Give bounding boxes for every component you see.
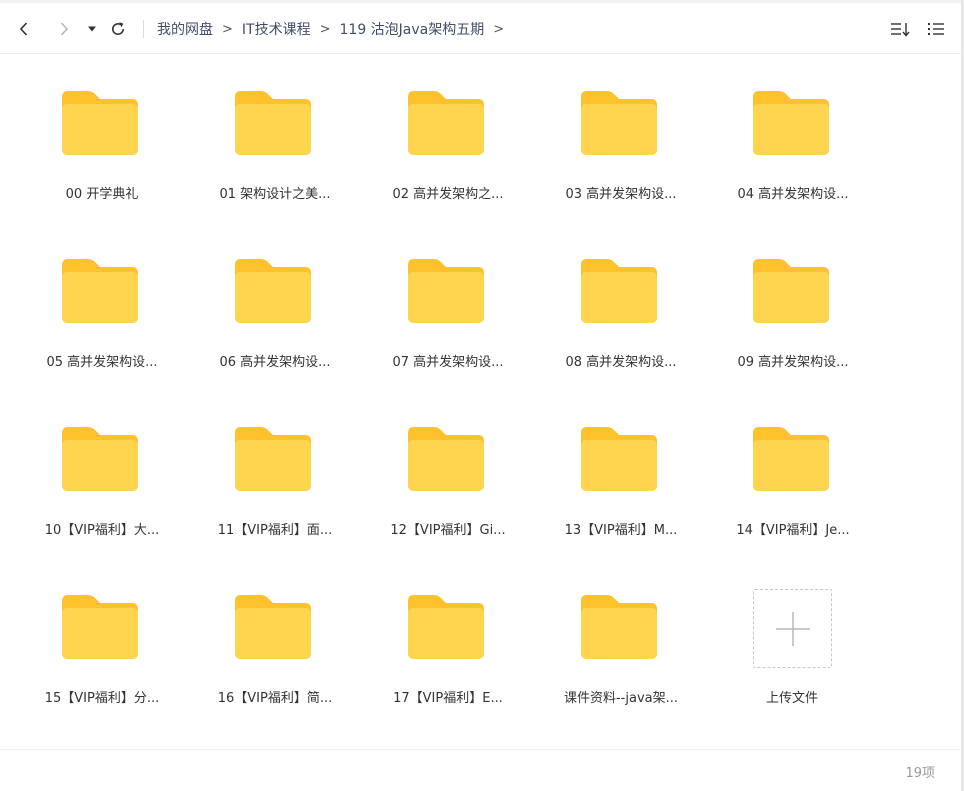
folder-icon	[753, 259, 829, 323]
folder-icon	[235, 427, 311, 491]
folder-icon	[62, 427, 138, 491]
folder-icon	[581, 91, 657, 155]
toolbar-divider	[143, 20, 144, 38]
folder-item[interactable]: 16【VIP福利】简...	[195, 558, 355, 708]
folder-item[interactable]: 15【VIP福利】分...	[22, 558, 182, 708]
upload-file-button[interactable]	[753, 589, 832, 668]
folder-icon	[581, 595, 657, 659]
refresh-button[interactable]	[106, 4, 130, 54]
status-bar: 19项	[0, 749, 961, 791]
chevron-right-icon	[60, 22, 69, 36]
sort-icon	[891, 23, 910, 37]
folder-name: 02 高并发架构之...	[392, 187, 504, 202]
folder-name: 04 高并发架构设...	[737, 187, 849, 202]
folder-item[interactable]: 10【VIP福利】大...	[22, 390, 182, 540]
folder-icon	[62, 91, 138, 155]
back-button[interactable]	[12, 4, 36, 54]
list-view-icon	[928, 23, 944, 35]
breadcrumb-separator: >	[493, 21, 505, 37]
upload-file-label[interactable]: 上传文件	[712, 687, 872, 706]
folder-item[interactable]: 04 高并发架构设...	[713, 54, 873, 204]
forward-button[interactable]	[52, 4, 76, 54]
folder-name: 01 架构设计之美...	[219, 187, 331, 202]
folder-icon	[235, 91, 311, 155]
folder-item[interactable]: 02 高并发架构之...	[368, 54, 528, 204]
breadcrumb: 我的网盘 > IT技术课程 > 119 沽泡Java架构五期 >	[157, 4, 513, 54]
breadcrumb-item-current-folder[interactable]: 119 沽泡Java架构五期	[340, 19, 485, 39]
folder-name: 15【VIP福利】分...	[44, 691, 160, 706]
folder-name: 06 高并发架构设...	[219, 355, 331, 370]
folder-name: 10【VIP福利】大...	[44, 523, 160, 538]
folder-icon	[581, 259, 657, 323]
folder-icon	[408, 427, 484, 491]
folder-item[interactable]: 07 高并发架构设...	[368, 222, 528, 372]
folder-item[interactable]: 11【VIP福利】面...	[195, 390, 355, 540]
folder-icon	[62, 259, 138, 323]
folder-icon	[581, 427, 657, 491]
folder-name: 11【VIP福利】面...	[217, 523, 333, 538]
folder-name: 13【VIP福利】M...	[564, 523, 678, 538]
chevron-left-icon	[19, 22, 28, 36]
folder-icon	[62, 595, 138, 659]
folder-name: 05 高并发架构设...	[46, 355, 158, 370]
window-top-border	[0, 0, 964, 3]
folder-name: 16【VIP福利】简...	[217, 691, 333, 706]
folder-name: 08 高并发架构设...	[565, 355, 677, 370]
folder-name: 12【VIP福利】Gi...	[390, 523, 506, 538]
folder-name: 00 开学典礼	[65, 187, 139, 202]
plus-icon	[775, 611, 810, 646]
folder-item[interactable]: 课件资料--java架...	[541, 558, 701, 708]
folder-item[interactable]: 06 高并发架构设...	[195, 222, 355, 372]
folder-item[interactable]: 03 高并发架构设...	[541, 54, 701, 204]
folder-item[interactable]: 05 高并发架构设...	[22, 222, 182, 372]
list-view-button[interactable]	[924, 4, 948, 54]
folder-icon	[408, 259, 484, 323]
sort-button[interactable]	[888, 4, 912, 54]
folder-name: 17【VIP福利】E...	[393, 691, 503, 706]
folder-item[interactable]: 08 高并发架构设...	[541, 222, 701, 372]
history-dropdown-button[interactable]	[84, 4, 100, 54]
folder-icon	[235, 595, 311, 659]
navigation-toolbar: 我的网盘 > IT技术课程 > 119 沽泡Java架构五期 >	[0, 4, 961, 54]
folder-item[interactable]: 13【VIP福利】M...	[541, 390, 701, 540]
folder-icon	[408, 595, 484, 659]
folder-icon	[408, 91, 484, 155]
refresh-icon	[112, 22, 124, 35]
folder-item[interactable]: 01 架构设计之美...	[195, 54, 355, 204]
triangle-down-icon	[88, 26, 96, 32]
folder-name: 课件资料--java架...	[563, 691, 679, 706]
folder-item[interactable]: 09 高并发架构设...	[713, 222, 873, 372]
breadcrumb-item-it-courses[interactable]: IT技术课程	[242, 19, 311, 39]
folder-item[interactable]: 14【VIP福利】Je...	[713, 390, 873, 540]
folder-icon	[235, 259, 311, 323]
folder-name: 09 高并发架构设...	[737, 355, 849, 370]
folder-name: 14【VIP福利】Je...	[736, 523, 850, 538]
folder-item[interactable]: 00 开学典礼	[22, 54, 182, 204]
item-count: 19项	[905, 766, 935, 781]
breadcrumb-separator: >	[222, 21, 233, 37]
folder-item[interactable]: 17【VIP福利】E...	[368, 558, 528, 708]
folder-name: 03 高并发架构设...	[565, 187, 677, 202]
folder-item[interactable]: 12【VIP福利】Gi...	[368, 390, 528, 540]
folder-icon	[753, 91, 829, 155]
breadcrumb-item-my-drive[interactable]: 我的网盘	[157, 19, 213, 39]
breadcrumb-separator: >	[319, 21, 331, 37]
folder-icon	[753, 427, 829, 491]
folder-name: 07 高并发架构设...	[392, 355, 504, 370]
